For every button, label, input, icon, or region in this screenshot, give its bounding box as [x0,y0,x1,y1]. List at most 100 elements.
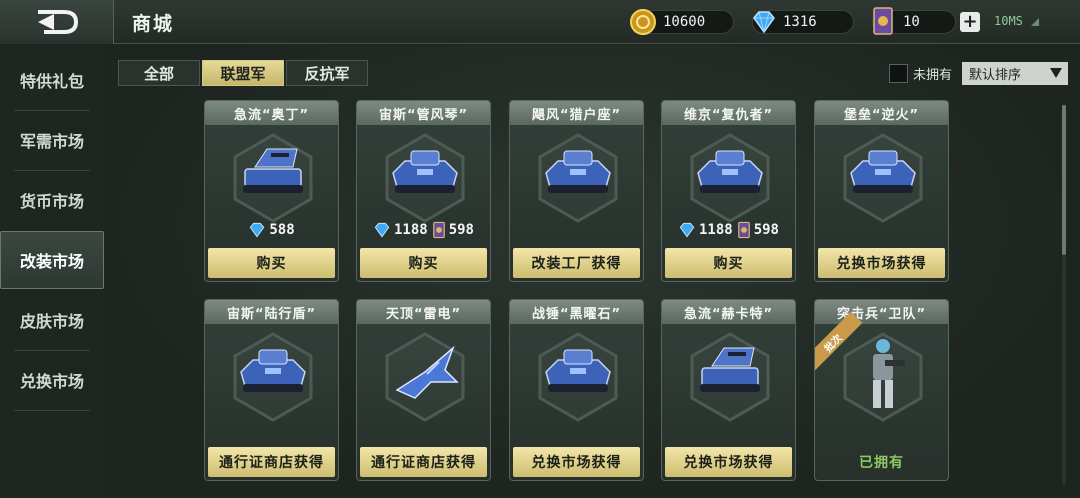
item-name: 急流“奥丁” [205,101,338,125]
item-name: 堡垒“逆火” [815,101,948,125]
diamond-icon [679,222,695,238]
add-currency-button[interactable]: + [960,12,980,32]
sidebar-item-currency-market[interactable]: 货币市场 [0,171,104,229]
soldier-icon [873,339,905,408]
rocket-tank-icon [700,347,760,392]
diamond-price-value: 1188 [393,222,428,238]
item-action-button[interactable]: 通行证商店获得 [360,447,487,477]
diamond-price: 1188 [678,222,733,238]
shop-content: 全部 联盟军 反抗军 未拥有 默认排序 急流“奥丁” 588 购买 宙斯“管风琴” 11… [104,45,1080,498]
item-action-button[interactable]: 购买 [360,248,487,278]
sort-value: 默认排序 [969,68,1022,83]
item-card[interactable]: 突击兵“卫队” 批次 已拥有 [814,299,949,481]
item-action-button[interactable]: 购买 [208,248,335,278]
item-name: 维京“复仇者” [662,101,795,125]
chevron-down-icon [1050,68,1062,78]
sidebar-item-mod-market[interactable]: 改装市场 [0,231,104,289]
diamond-counter: 1316 [752,10,854,34]
back-logo-icon [37,10,78,34]
gold-value: 10600 [663,14,706,30]
item-name: 宙斯“管风琴” [357,101,490,125]
owned-status: 已拥有 [859,455,904,471]
card-value: 10 [903,14,920,30]
tank-icon [545,349,611,392]
card-price: 598 [737,221,779,239]
card-ticket-icon [873,7,893,35]
jet-icon [395,345,459,399]
item-card[interactable]: 堡垒“逆火” 兑换市场获得 [814,100,949,282]
sidebar-item-label: 货币市场 [19,192,84,211]
card-price: 598 [432,221,474,239]
scrollbar-thumb[interactable] [1062,105,1066,255]
tab-alliance[interactable]: 联盟军 [202,60,284,86]
sort-dropdown[interactable]: 默认排序 [962,62,1068,85]
item-name: 战锤“黑曜石” [510,300,643,324]
item-card[interactable]: 急流“赫卡特” 兑换市场获得 [661,299,796,481]
card-price-value: 598 [448,222,474,238]
tank-icon [697,150,763,193]
ping-value: 10MS [994,14,1023,28]
sidebar-item-label: 军需市场 [19,132,84,151]
item-name: 天顶“雷电” [357,300,490,324]
gold-coin-icon [630,9,656,35]
diamond-price: 588 [248,222,295,238]
rocket-tank-icon [243,148,303,193]
sidebar-divider [14,410,90,411]
item-name: 急流“赫卡特” [662,300,795,324]
item-card[interactable]: 天顶“雷电” 通行证商店获得 [356,299,491,481]
page-title: 商城 [132,13,175,35]
item-action-button[interactable]: 购买 [665,248,792,278]
item-action-button[interactable]: 兑换市场获得 [513,447,640,477]
price-row: 1188 598 [662,219,795,241]
tank-icon [545,150,611,193]
item-card[interactable]: 维京“复仇者” 1188 598 购买 [661,100,796,282]
item-card[interactable]: 宙斯“陆行盾” 通行证商店获得 [204,299,339,481]
tab-label: 联盟军 [220,64,266,83]
diamond-icon [374,222,390,238]
back-button[interactable] [0,0,114,44]
tab-label: 反抗军 [304,64,350,83]
item-card[interactable]: 宙斯“管风琴” 1188 598 购买 [356,100,491,282]
unowned-label: 未拥有 [913,68,953,83]
item-action-button[interactable]: 通行证商店获得 [208,447,335,477]
unowned-checkbox[interactable] [889,64,908,83]
item-name: 飓风“猎户座” [510,101,643,125]
tank-icon [392,150,458,193]
sidebar-item-special-packs[interactable]: 特供礼包 [0,51,104,109]
diamond-value: 1316 [783,14,817,30]
top-bar: 商城 10600 1316 10 + 10MS [0,0,1080,44]
tab-all[interactable]: 全部 [118,60,200,86]
item-name: 宙斯“陆行盾” [205,300,338,324]
sidebar: 特供礼包 军需市场 货币市场 改装市场 皮肤市场 兑换市场 [0,45,104,498]
card-ticket-icon [432,221,445,239]
sidebar-item-label: 兑换市场 [19,372,84,391]
tank-icon [850,150,916,193]
item-card[interactable]: 战锤“黑曜石” 兑换市场获得 [509,299,644,481]
sidebar-item-label: 皮肤市场 [19,312,84,331]
item-name: 突击兵“卫队” [815,300,948,324]
diamond-icon [753,11,775,34]
ping-indicator: 10MS [994,14,1040,28]
card-price-value: 598 [753,222,779,238]
sidebar-item-supply-market[interactable]: 军需市场 [0,111,104,169]
card-counter: 10 [872,7,956,35]
item-action-button[interactable]: 兑换市场获得 [818,248,945,278]
sidebar-item-skin-market[interactable]: 皮肤市场 [0,291,104,349]
item-action-button[interactable]: 改装工厂获得 [513,248,640,278]
tab-resistance[interactable]: 反抗军 [286,60,368,86]
price-row: 1188 598 [357,219,490,241]
sidebar-item-exchange-market[interactable]: 兑换市场 [0,351,104,409]
sidebar-item-label: 改装市场 [19,252,84,271]
price-row: 588 [205,219,338,241]
diamond-price-value: 588 [269,222,295,238]
item-card[interactable]: 急流“奥丁” 588 购买 [204,100,339,282]
item-card[interactable]: 飓风“猎户座” 改装工厂获得 [509,100,644,282]
scrollbar[interactable] [1062,105,1066,485]
tab-label: 全部 [143,64,174,83]
sidebar-item-label: 特供礼包 [19,72,84,91]
diamond-icon [250,222,265,238]
item-action-button[interactable]: 兑换市场获得 [665,447,792,477]
gold-counter: 10600 [630,9,734,35]
card-ticket-icon [737,221,750,239]
diamond-price: 1188 [373,222,428,238]
